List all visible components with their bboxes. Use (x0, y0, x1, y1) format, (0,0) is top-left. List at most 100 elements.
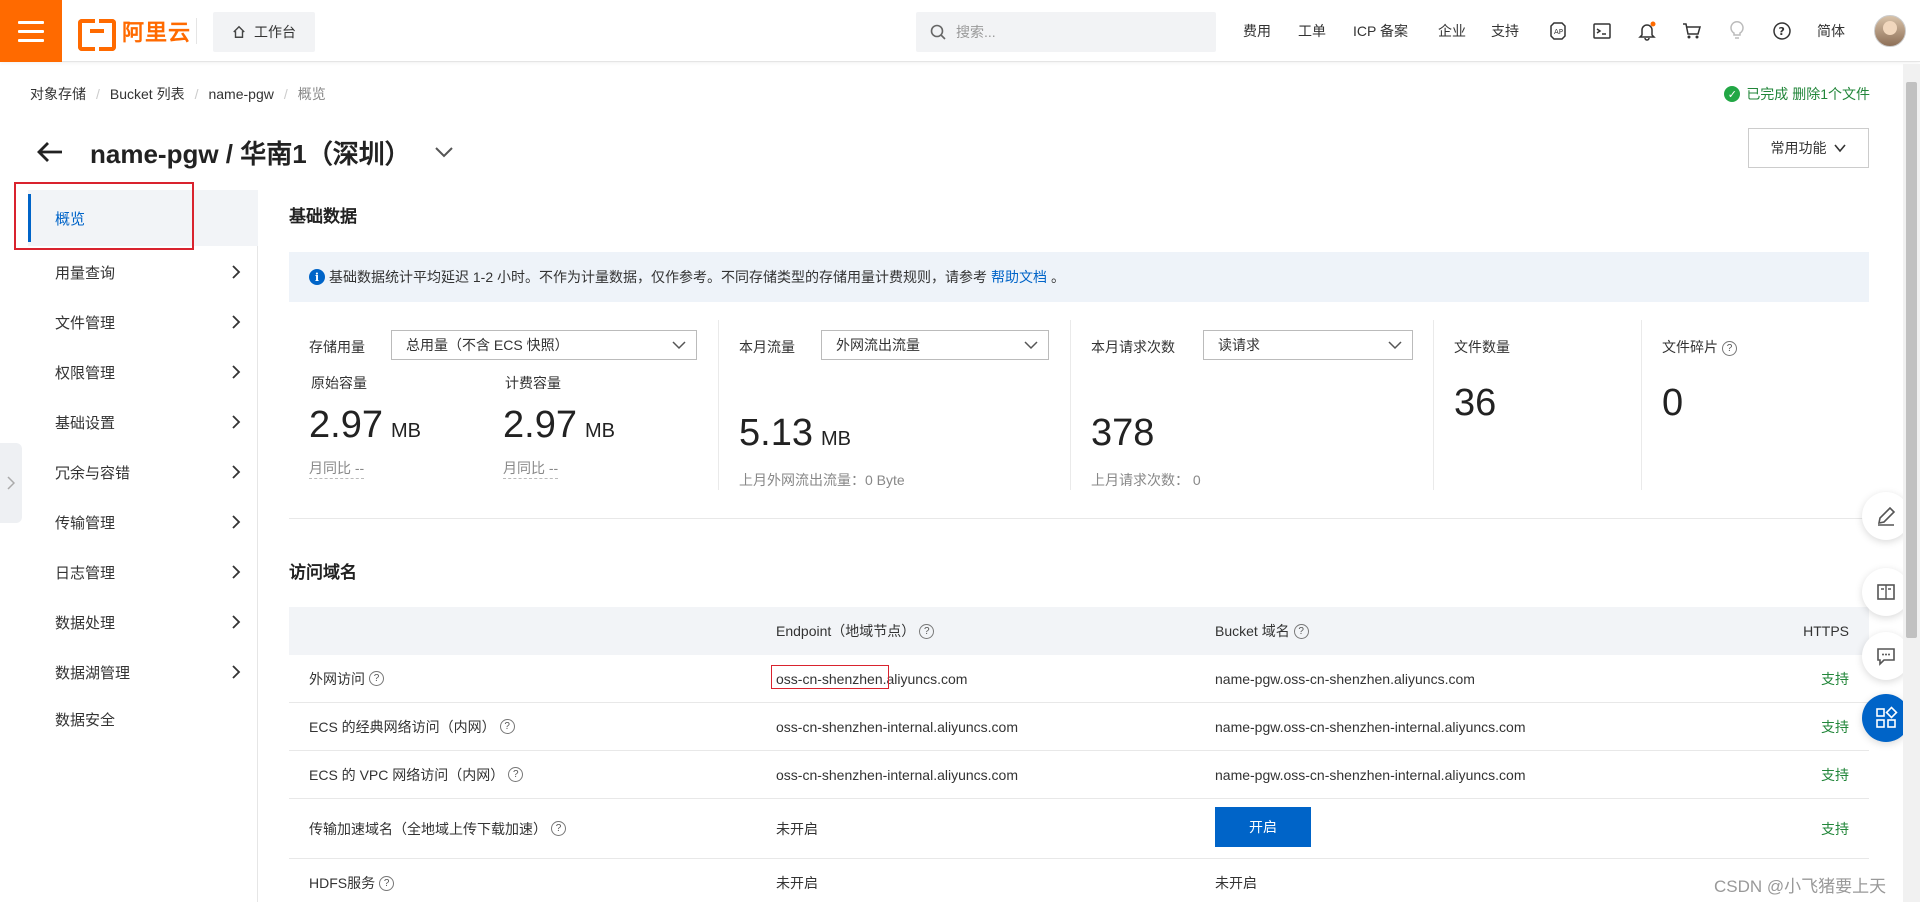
nav-support[interactable]: 支持 (1491, 0, 1519, 62)
cart-icon[interactable] (1680, 19, 1704, 43)
file-count-label: 文件数量 (1454, 339, 1510, 355)
scrollbar[interactable] (1903, 64, 1920, 902)
raw-capacity-label: 原始容量 (311, 375, 367, 391)
sidebar-item-usage[interactable]: 用量查询 (55, 257, 255, 287)
nav-icp[interactable]: ICP 备案 (1353, 0, 1408, 62)
endpoint-value[interactable]: oss-cn-shenzhen-internal.aliyuncs.com (776, 751, 1018, 798)
help-icon[interactable]: ? (508, 767, 524, 782)
endpoint-value: 未开启 (776, 820, 818, 837)
terminal-icon[interactable] (1590, 19, 1614, 43)
sidebar-item-redundancy[interactable]: 冗余与容错 (55, 457, 255, 487)
sidebar-item-permissions[interactable]: 权限管理 (55, 357, 255, 387)
divider (1641, 320, 1642, 490)
apps-icon (1876, 706, 1898, 728)
sidebar: 概览 用量查询 文件管理 权限管理 基础设置 冗余与容错 传输管理 日志管理 数… (0, 190, 258, 902)
endpoint-value: 未开启 (776, 875, 818, 891)
bulb-icon[interactable] (1725, 19, 1749, 43)
help-icon[interactable]: ? (499, 719, 515, 734)
chevron-right-icon (7, 476, 15, 490)
divider (1070, 320, 1071, 490)
request-type-select[interactable]: 读请求 (1203, 330, 1413, 360)
https-status: 支持 (1821, 766, 1849, 783)
header-endpoint: Endpoint（地域节点）? (776, 607, 935, 655)
table-row: 外网访问? oss-cn-shenzhen .aliyuncs.com name-… (289, 655, 1869, 703)
storage-usage-label: 存储用量 (309, 339, 365, 355)
help-icon[interactable]: ? (369, 671, 384, 686)
traffic-type-select[interactable]: 外网流出流量 (821, 330, 1049, 360)
chevron-right-icon (232, 565, 241, 579)
sidebar-item-data-lake[interactable]: 数据湖管理 (55, 657, 255, 687)
billing-capacity-value: 2.97 MB (503, 404, 615, 446)
requests-value: 378 (1091, 412, 1155, 454)
nav-enterprise[interactable]: 企业 (1438, 0, 1466, 62)
bucket-domain-value[interactable]: name-pgw.oss-cn-shenzhen-internal.aliyun… (1215, 703, 1525, 750)
api-icon[interactable]: AP (1546, 19, 1570, 43)
help-icon[interactable]: ? (379, 875, 395, 891)
table-row: HDFS服务? 未开启 未开启 (289, 859, 1869, 907)
sidebar-item-data-security[interactable]: 数据安全 (55, 704, 255, 734)
nav-fees[interactable]: 费用 (1243, 0, 1271, 62)
sidebar-item-basic-settings[interactable]: 基础设置 (55, 407, 255, 437)
sidebar-item-files[interactable]: 文件管理 (55, 307, 255, 337)
fragments-value: 0 (1662, 382, 1684, 424)
storage-type-select[interactable]: 总用量（不含 ECS 快照） (391, 330, 697, 360)
sidebar-collapse-handle[interactable] (0, 443, 22, 523)
menu-button[interactable] (0, 0, 62, 62)
https-status: 支持 (1821, 670, 1849, 687)
chevron-down-icon (672, 341, 686, 350)
row-name: 外网访问? (309, 655, 384, 702)
https-status: 支持 (1821, 718, 1849, 735)
bell-icon[interactable] (1635, 19, 1659, 43)
chevron-right-icon (232, 265, 241, 279)
common-functions-button[interactable]: 常用功能 (1748, 128, 1869, 168)
help-icon[interactable]: ? (919, 623, 935, 639)
breadcrumb-bucket[interactable]: name-pgw (208, 86, 273, 102)
watermark: CSDN @小飞猪要上天 (1714, 877, 1887, 896)
table-row: ECS 的经典网络访问（内网）? oss-cn-shenzhen-interna… (289, 703, 1869, 751)
aliyun-logo[interactable]: 阿里云 (78, 16, 191, 51)
bucket-domain-value: 未开启 (1215, 875, 1257, 891)
access-domain-title: 访问域名 (289, 563, 357, 582)
traffic-label: 本月流量 (739, 339, 795, 355)
avatar[interactable] (1874, 15, 1906, 47)
endpoint-value[interactable]: oss-cn-shenzhen-internal.aliyuncs.com (776, 703, 1018, 750)
divider (289, 518, 1869, 519)
chevron-down-icon[interactable] (432, 140, 456, 164)
nav-ticket[interactable]: 工单 (1298, 0, 1326, 62)
divider (718, 320, 719, 490)
breadcrumb-bucket-list[interactable]: Bucket 列表 (110, 84, 185, 104)
chat-icon (1877, 648, 1895, 666)
breadcrumb-current: 概览 (297, 86, 326, 102)
raw-capacity-value: 2.97 MB (309, 404, 421, 446)
search-icon (930, 24, 946, 40)
breadcrumb-oss[interactable]: 对象存储 (30, 84, 86, 104)
language-switch[interactable]: 简体 (1817, 0, 1845, 62)
chevron-right-icon (232, 515, 241, 529)
bucket-domain-value[interactable]: name-pgw.oss-cn-shenzhen-internal.aliyun… (1215, 751, 1525, 798)
help-icon[interactable]: ? (551, 821, 566, 836)
workbench-button[interactable]: 工作台 (213, 12, 315, 52)
row-name: ECS 的经典网络访问（内网）? (309, 703, 515, 750)
chevron-down-icon (1833, 144, 1846, 153)
bucket-domain-value[interactable]: name-pgw.oss-cn-shenzhen.aliyuncs.com (1215, 655, 1475, 702)
billing-capacity-mom: 月同比 -- (503, 458, 559, 479)
row-name: HDFS服务? (309, 859, 395, 907)
help-doc-link[interactable]: 帮助文档 (991, 267, 1047, 287)
search-box[interactable] (916, 12, 1216, 52)
search-input[interactable] (956, 24, 1196, 40)
table-row: ECS 的 VPC 网络访问（内网）? oss-cn-shenzhen-inte… (289, 751, 1869, 799)
chevron-right-icon (232, 315, 241, 329)
scrollbar-thumb[interactable] (1906, 82, 1917, 638)
chevron-down-icon (1388, 341, 1402, 350)
help-icon[interactable]: ? (1770, 19, 1794, 43)
sidebar-item-logs[interactable]: 日志管理 (55, 557, 255, 587)
requests-label: 本月请求次数 (1091, 339, 1175, 355)
help-icon[interactable]: ? (1722, 340, 1737, 356)
help-icon[interactable]: ? (1293, 623, 1309, 639)
back-arrow-icon[interactable] (34, 136, 66, 168)
sidebar-item-transfer[interactable]: 传输管理 (55, 507, 255, 537)
chevron-right-icon (232, 615, 241, 629)
sidebar-item-data-processing[interactable]: 数据处理 (55, 607, 255, 637)
enable-acceleration-button[interactable]: 开启 (1215, 807, 1311, 847)
task-status[interactable]: ✓ 已完成 删除1个文件 (1724, 84, 1870, 104)
